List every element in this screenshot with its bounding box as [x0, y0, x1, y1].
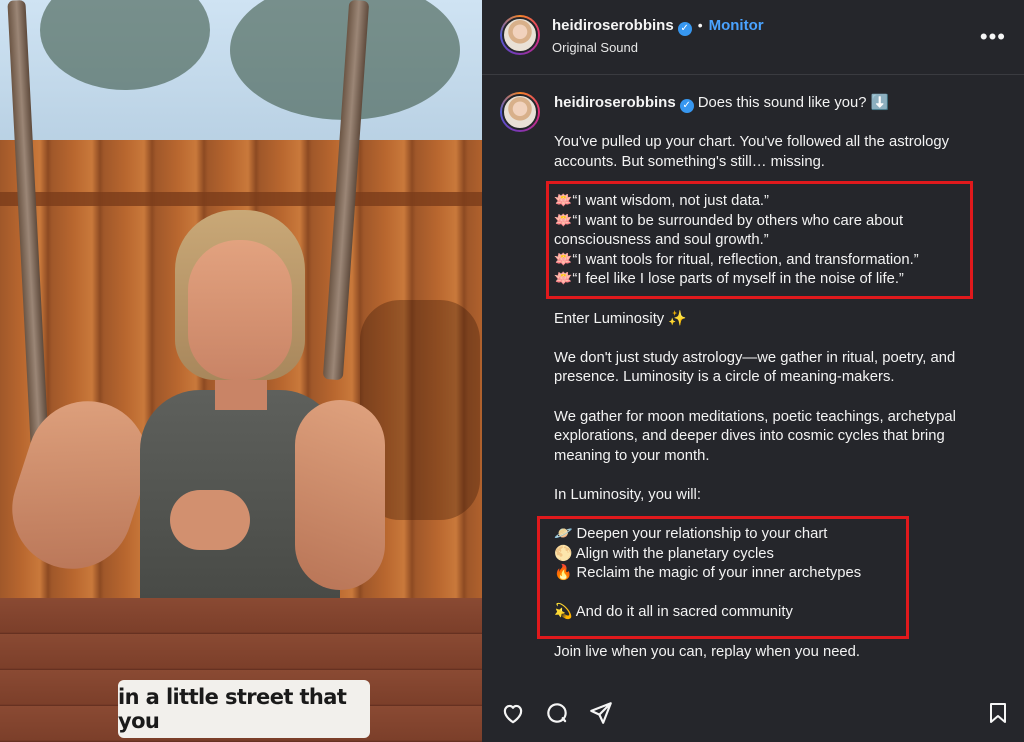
paragraph-line: explorations, and deeper dives into cosm… — [554, 428, 945, 445]
caption-hook: Does this sound like you? ⬇️ — [697, 95, 889, 111]
speaker-person — [0, 210, 385, 620]
action-bar — [482, 688, 1024, 742]
reel-video[interactable]: in a little street that you — [0, 0, 482, 742]
right-arm — [295, 400, 385, 590]
paragraph-line: presence. Luminosity is a circle of mean… — [554, 369, 895, 386]
share-icon[interactable] — [588, 700, 614, 726]
comment-author-avatar[interactable] — [500, 92, 540, 132]
avatar-image — [502, 94, 538, 130]
author-avatar[interactable] — [500, 15, 540, 55]
header-divider — [482, 74, 1024, 75]
enter-luminosity: Enter Luminosity ✨ — [554, 310, 687, 327]
more-options-icon[interactable]: ••• — [980, 24, 1006, 50]
verified-icon: ✓ — [677, 22, 692, 36]
fence-rail — [0, 192, 482, 206]
face — [188, 240, 292, 380]
highlight-box-quotes — [546, 181, 973, 299]
caption-username[interactable]: heidiroserobbins — [554, 94, 676, 111]
paragraph-line: We don't just study astrology—we gather … — [554, 349, 956, 366]
join-line: Join live when you can, replay when you … — [554, 643, 860, 660]
hand — [170, 490, 250, 550]
comment-icon[interactable] — [544, 700, 570, 726]
avatar-image — [502, 17, 538, 53]
caption-first-line: heidiroserobbins ✓ Does this sound like y… — [554, 93, 994, 114]
caption-text: in a little street that you — [118, 685, 347, 733]
separator-dot: • — [697, 17, 703, 33]
verified-icon: ✓ — [679, 99, 694, 113]
follow-button[interactable]: Monitor — [709, 17, 764, 34]
heart-icon[interactable] — [500, 700, 526, 726]
bookmark-icon[interactable] — [986, 700, 1010, 726]
post-panel: heidiroserobbins ✓ • Monitor Original Sound… — [482, 0, 1024, 742]
audio-label[interactable]: Original Sound — [552, 40, 638, 55]
paragraph-line: You've pulled up your chart. You've foll… — [554, 134, 950, 151]
paragraph-line: accounts. But something's still… missing… — [554, 153, 825, 170]
post-header: heidiroserobbins ✓ • Monitor Original Sound… — [482, 0, 1024, 74]
video-caption: in a little street that you — [118, 680, 370, 738]
you-will-heading: In Luminosity, you will: — [554, 486, 701, 503]
header-title-row: heidiroserobbins ✓ • Monitor — [552, 17, 764, 36]
highlight-box-benefits — [537, 516, 909, 639]
paragraph-line: We gather for moon meditations, poetic t… — [554, 408, 956, 425]
paragraph-line: meaning to your month. — [554, 447, 710, 464]
header-username[interactable]: heidiroserobbins — [552, 17, 674, 34]
